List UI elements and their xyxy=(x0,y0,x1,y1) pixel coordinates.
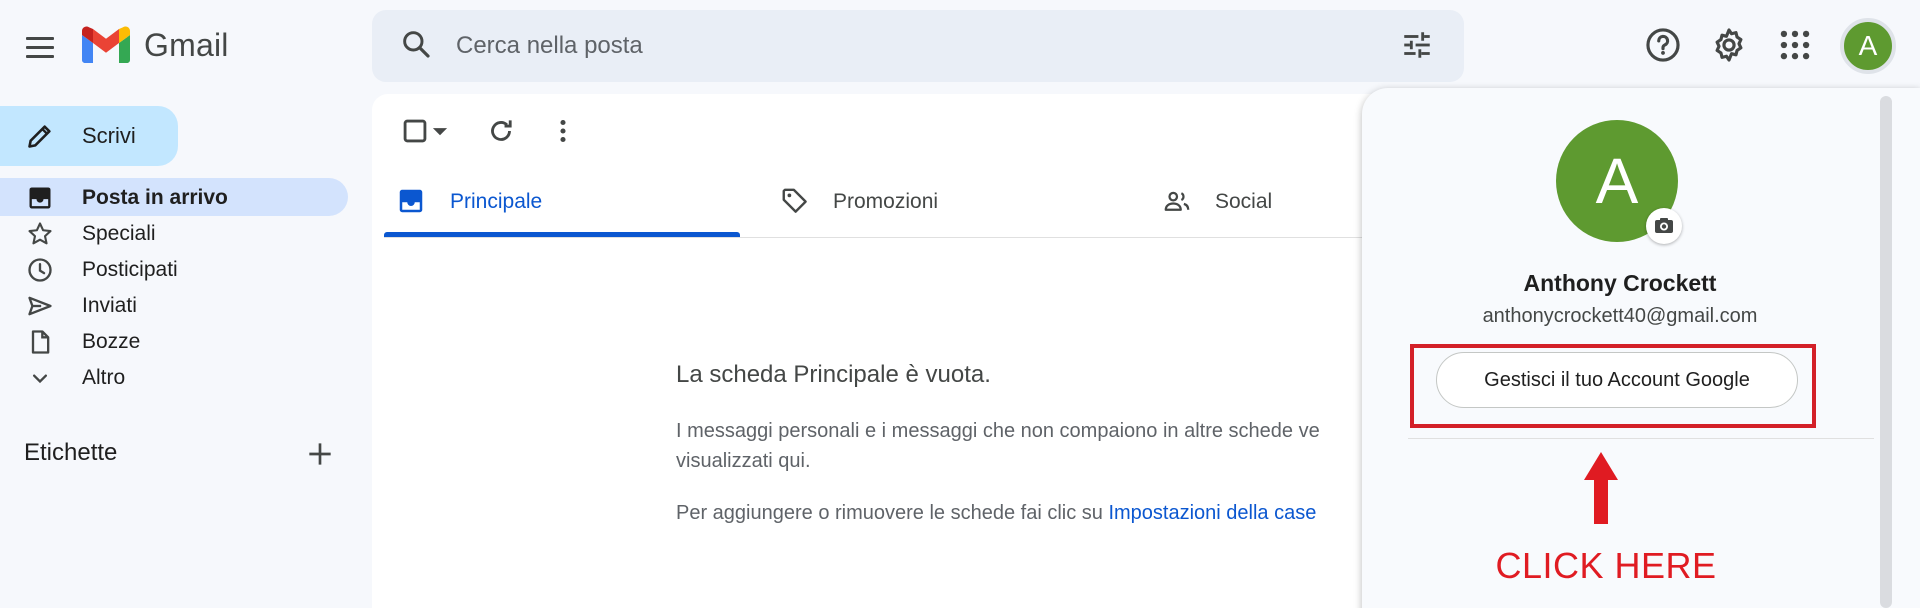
annotation-highlight-box xyxy=(1410,344,1816,428)
pencil-icon[interactable] xyxy=(26,122,54,150)
app-name: Gmail xyxy=(144,27,229,63)
sidebar-item-label[interactable]: Posta in arrivo xyxy=(82,184,228,212)
tabs-divider xyxy=(384,237,1384,238)
help-icon[interactable] xyxy=(1644,26,1682,64)
search-input[interactable] xyxy=(456,26,1356,66)
change-photo-camera-icon[interactable] xyxy=(1646,208,1682,244)
active-tab-indicator xyxy=(384,232,740,237)
apps-grid-icon[interactable] xyxy=(1776,26,1814,64)
search-icon[interactable] xyxy=(400,28,432,60)
main-menu-button[interactable] xyxy=(20,28,60,68)
settings-gear-icon[interactable] xyxy=(1710,26,1748,64)
account-name: Anthony Crockett xyxy=(1523,270,1717,296)
select-dropdown-caret-icon[interactable] xyxy=(428,114,452,148)
tab-social[interactable]: Social xyxy=(1215,188,1272,216)
search-options-icon[interactable] xyxy=(1400,28,1434,62)
sidebar-item-label[interactable]: Altro xyxy=(82,364,125,392)
annotation-arrow-shaft xyxy=(1594,478,1608,524)
empty-state-text: I messaggi personali e i messaggi che no… xyxy=(676,420,1320,442)
clock-icon xyxy=(26,256,54,284)
inbox-icon xyxy=(26,184,54,212)
popup-divider xyxy=(1408,438,1874,439)
empty-state-title: La scheda Principale è vuota. xyxy=(676,361,991,388)
star-icon xyxy=(26,220,54,248)
more-options-icon[interactable] xyxy=(546,114,580,148)
compose-label[interactable]: Scrivi xyxy=(82,122,136,150)
tab-promozioni[interactable]: Promozioni xyxy=(833,188,938,216)
annotation-arrow-icon xyxy=(1584,452,1618,480)
annotation-click-here: CLICK HERE xyxy=(1495,545,1717,586)
labels-heading: Etichette xyxy=(24,439,118,466)
sidebar-item-label[interactable]: Posticipati xyxy=(82,256,178,284)
sidebar-item-label[interactable]: Bozze xyxy=(82,328,140,356)
sidebar-item-label[interactable]: Speciali xyxy=(82,220,156,248)
sidebar-item-label[interactable]: Inviati xyxy=(82,292,137,320)
inbox-icon xyxy=(396,186,426,216)
empty-state-hint: Per aggiungere o rimuovere le schede fai… xyxy=(676,498,1316,528)
add-label-plus-icon[interactable] xyxy=(304,438,336,470)
select-all-checkbox[interactable] xyxy=(398,114,432,148)
account-avatar-button[interactable]: A xyxy=(1840,18,1896,74)
tab-principale[interactable]: Principale xyxy=(450,188,542,216)
send-icon xyxy=(26,292,54,320)
draft-icon xyxy=(26,328,54,356)
inbox-settings-link[interactable]: Impostazioni della case xyxy=(1108,502,1316,524)
tag-icon xyxy=(780,186,810,216)
gmail-logo[interactable] xyxy=(82,26,130,64)
chevron-down-icon xyxy=(26,364,54,392)
account-email: anthonycrockett40@gmail.com xyxy=(1482,305,1758,327)
people-icon xyxy=(1162,186,1192,216)
empty-state-text: visualizzati qui. xyxy=(676,450,811,472)
refresh-icon[interactable] xyxy=(484,114,518,148)
empty-state-hint-text: Per aggiungere o rimuovere le schede fai… xyxy=(676,502,1109,524)
popup-scrollbar[interactable] xyxy=(1880,96,1892,608)
